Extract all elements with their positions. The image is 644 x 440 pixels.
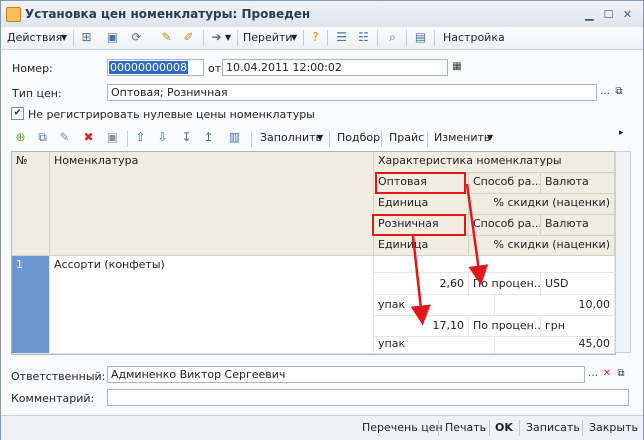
select-ellipsis-button[interactable]: …	[586, 366, 600, 383]
help-icon[interactable]: ?	[308, 30, 323, 45]
barcode-icon[interactable]: ▥	[227, 130, 242, 145]
table-scrollbar[interactable]	[615, 151, 631, 353]
actions-menu[interactable]: Действия	[7, 31, 62, 44]
separator	[427, 131, 428, 147]
forward-icon[interactable]: ➔	[209, 30, 224, 45]
close-button[interactable]: Закрыть	[589, 421, 638, 434]
chevron-down-icon[interactable]: ▼	[291, 33, 297, 42]
comment-label: Комментарий:	[11, 392, 95, 405]
zero-prices-checkbox-label: Не регистрировать нулевые цены номенклат…	[28, 108, 315, 121]
document-icon	[6, 7, 21, 22]
preview-icon[interactable]: ⌕	[385, 30, 400, 45]
chevron-down-icon[interactable]: ▼	[225, 33, 231, 42]
bottom-bar: Перечень цен Печать OK Записать Закрыть	[1, 415, 643, 440]
list-icon[interactable]: ☰	[334, 30, 349, 45]
separator	[489, 420, 490, 436]
zero-prices-checkbox[interactable]: ✔	[11, 107, 24, 120]
window-title: Установка цен номенклатуры: Проведен	[25, 7, 311, 21]
select-ellipsis-button[interactable]: …	[598, 84, 612, 101]
number-value: 00000000008	[109, 61, 188, 74]
calendar-icon[interactable]: ▦	[450, 59, 464, 76]
price-list-button[interactable]: Прайс	[389, 131, 424, 144]
clear-icon[interactable]: ✕	[600, 366, 614, 383]
annotation-arrows	[410, 183, 489, 326]
copy-icon[interactable]: ⧉	[35, 130, 50, 145]
price-list-button[interactable]: Перечень цен	[362, 421, 443, 434]
chevron-right-icon[interactable]: ▸	[619, 128, 624, 138]
table-toolbar: ⊕ ⧉ ✎ ✖ ▣ ⇧ ⇩ ↧ ↥ ▥ Заполнить ▼ Подбор П…	[11, 128, 633, 148]
separator	[406, 30, 407, 46]
add-icon[interactable]: ⊕	[13, 130, 28, 145]
move-down-icon[interactable]: ⇩	[155, 130, 170, 145]
title-bar: Установка цен номенклатуры: Проведен ▁ ☐…	[1, 1, 643, 28]
refresh-icon[interactable]: ⟳	[129, 30, 144, 45]
responsible-label: Ответственный:	[11, 370, 106, 383]
change-menu[interactable]: Изменить	[434, 131, 490, 144]
save-button[interactable]: Записать	[526, 421, 580, 434]
price-table[interactable]: № Номенклатура Характеристика номенклату…	[11, 151, 616, 355]
print-button[interactable]: Печать	[445, 421, 486, 434]
document-window: Установка цен номенклатуры: Проведен ▁ ☐…	[0, 0, 644, 440]
open-icon[interactable]: ⧉	[612, 84, 626, 101]
chevron-down-icon[interactable]: ▼	[487, 133, 493, 142]
structure-icon[interactable]: ☷	[356, 30, 371, 45]
separator	[203, 30, 204, 46]
unpost-icon[interactable]: ✐	[181, 30, 196, 45]
wholesale-arrow	[465, 183, 489, 286]
fill-menu[interactable]: Заполнить	[260, 131, 322, 144]
separator	[127, 131, 128, 147]
main-toolbar: Действия ▼ ⊞ ▣ ⟳ ✎ ✐ ➔ ▼ Перейти ▼ ? ☰ ☷…	[1, 27, 643, 50]
delete-icon[interactable]: ✖	[81, 130, 96, 145]
separator	[434, 30, 435, 46]
separator	[381, 131, 382, 147]
separator	[519, 420, 520, 436]
ok-button[interactable]: OK	[495, 421, 513, 434]
insert-icon[interactable]: ⊞	[79, 30, 94, 45]
separator	[237, 30, 238, 46]
responsible-field[interactable]: Админенко Виктор Сергеевич	[107, 366, 585, 383]
minimize-icon[interactable]: ▁	[583, 8, 596, 21]
chevron-down-icon[interactable]: ▼	[317, 133, 323, 142]
separator	[438, 420, 439, 436]
separator	[329, 131, 330, 147]
goto-menu[interactable]: Перейти	[243, 31, 293, 44]
separator	[377, 30, 378, 46]
edit-icon[interactable]: ✎	[57, 130, 72, 145]
separator	[582, 420, 583, 436]
post-icon[interactable]: ✎	[159, 30, 174, 45]
price-type-label: Тип цен:	[12, 87, 62, 100]
sort-asc-icon[interactable]: ↧	[179, 130, 194, 145]
separator	[251, 131, 252, 147]
maximize-icon[interactable]: ☐	[602, 8, 615, 21]
date-field[interactable]: 10.04.2011 12:00:02	[222, 59, 448, 76]
separator	[327, 30, 328, 46]
separator	[73, 30, 74, 46]
retail-arrow	[410, 235, 431, 326]
number-label: Номер:	[12, 62, 53, 75]
open-icon[interactable]: ⧉	[614, 366, 628, 383]
report-icon[interactable]: ▤	[413, 30, 428, 45]
chevron-down-icon[interactable]: ▼	[61, 33, 67, 42]
sort-desc-icon[interactable]: ↥	[201, 130, 216, 145]
close-icon[interactable]: ✕	[621, 8, 634, 21]
window-icon[interactable]: ▣	[105, 30, 120, 45]
price-type-field[interactable]: Оптовая; Розничная	[107, 84, 597, 101]
settings-button[interactable]: Настройка	[443, 31, 505, 44]
save-row-icon[interactable]: ▣	[105, 130, 120, 145]
separator	[303, 30, 304, 46]
select-button[interactable]: Подбор	[337, 131, 380, 144]
number-field[interactable]: 00000000008	[107, 59, 204, 76]
move-up-icon[interactable]: ⇧	[133, 130, 148, 145]
comment-field[interactable]	[107, 389, 629, 406]
